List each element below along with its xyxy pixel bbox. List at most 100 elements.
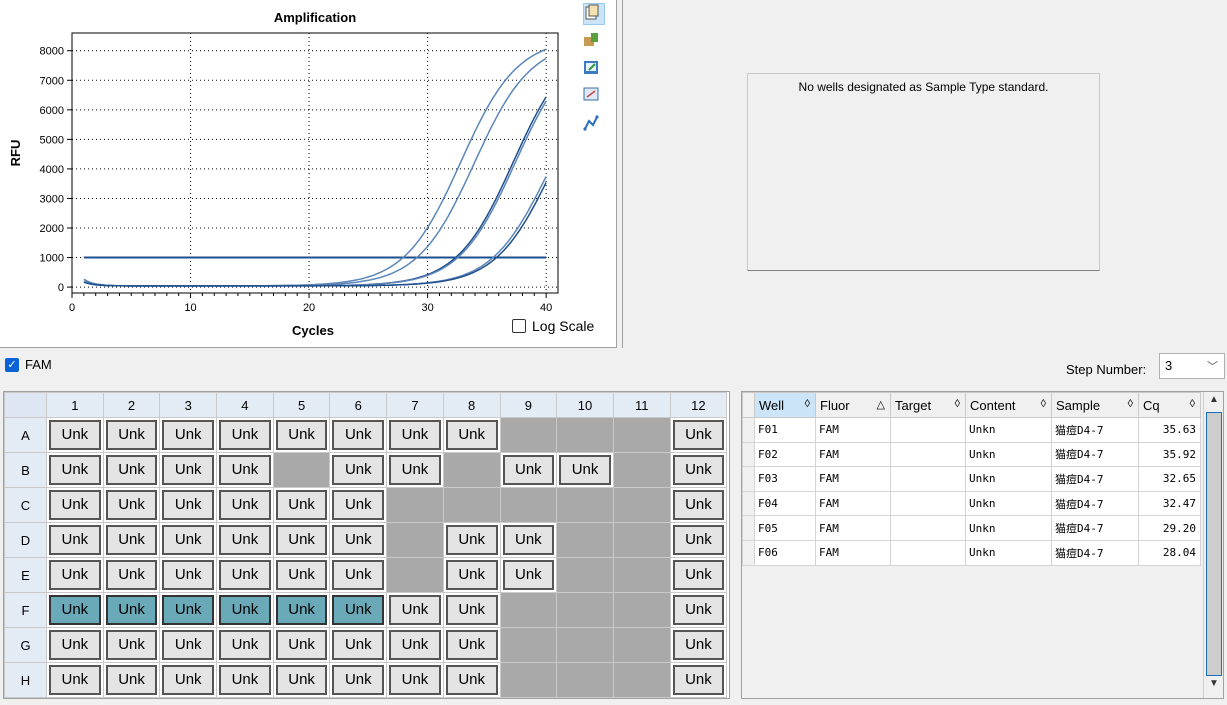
plate-well[interactable]: Unk — [332, 595, 385, 625]
plate-well-empty[interactable] — [556, 417, 614, 453]
sort-icon[interactable]: ◊ — [1190, 398, 1195, 410]
plate-well[interactable]: Unk — [275, 630, 328, 660]
plate-column-header[interactable]: 9 — [499, 392, 558, 418]
export-icon[interactable] — [583, 31, 605, 53]
plate-column-header[interactable]: 10 — [556, 392, 614, 418]
plate-well[interactable]: Unk — [332, 490, 385, 520]
plate-column-header[interactable]: 5 — [272, 392, 331, 418]
plate-well[interactable]: Unk — [445, 595, 498, 625]
table-row[interactable]: F01 FAM Unkn 猫痘D4-7 35.63 — [742, 417, 1201, 443]
copy-icon[interactable] — [583, 3, 605, 25]
plate-well[interactable]: Unk — [332, 420, 385, 450]
fam-checkbox[interactable]: ✓ FAM — [5, 357, 52, 372]
plate-well-empty[interactable] — [612, 522, 671, 558]
plate-well[interactable]: Unk — [559, 455, 611, 485]
plate-column-header[interactable]: 8 — [442, 392, 501, 418]
plate-well[interactable]: Unk — [672, 525, 725, 555]
plate-well-empty[interactable] — [556, 557, 614, 593]
plate-well-empty[interactable] — [612, 452, 671, 488]
plate-column-header[interactable]: 11 — [612, 392, 671, 418]
row-selector[interactable] — [742, 417, 755, 443]
plate-well[interactable]: Unk — [275, 490, 328, 520]
plate-well-empty[interactable] — [612, 627, 671, 663]
plate-well[interactable]: Unk — [502, 560, 555, 590]
plate-well[interactable]: Unk — [672, 490, 725, 520]
plate-well-empty[interactable] — [556, 592, 614, 628]
plate-well-empty[interactable] — [442, 487, 501, 523]
vertical-scrollbar[interactable]: ▲ ▼ — [1203, 392, 1223, 698]
plate-well[interactable]: Unk — [162, 595, 215, 625]
scroll-down-icon[interactable]: ▼ — [1204, 678, 1224, 696]
plate-corner[interactable] — [4, 392, 47, 418]
plate-well[interactable]: Unk — [162, 490, 215, 520]
plate-well[interactable]: Unk — [389, 420, 441, 450]
plate-row-header[interactable]: F — [4, 592, 47, 628]
plate-well[interactable]: Unk — [332, 525, 385, 555]
plate-well[interactable]: Unk — [49, 455, 101, 485]
plate-well[interactable]: Unk — [49, 420, 101, 450]
log-scale-checkbox[interactable]: Log Scale — [512, 318, 594, 334]
plate-well[interactable]: Unk — [672, 455, 725, 485]
row-selector[interactable] — [742, 539, 755, 566]
plate-well[interactable]: Unk — [672, 630, 725, 660]
plate-row-header[interactable]: E — [4, 557, 47, 593]
step-number-select[interactable]: 3 ﹀ — [1159, 353, 1225, 379]
plate-well[interactable]: Unk — [219, 525, 271, 555]
plate-well[interactable]: Unk — [445, 420, 498, 450]
plate-well[interactable]: Unk — [672, 595, 725, 625]
panel-splitter[interactable] — [618, 0, 623, 348]
plate-well[interactable]: Unk — [49, 665, 101, 695]
fam-check-icon[interactable]: ✓ — [5, 357, 19, 372]
results-column-header[interactable]: Cq ◊ — [1138, 392, 1201, 418]
plate-well[interactable]: Unk — [219, 630, 271, 660]
plate-well[interactable]: Unk — [445, 560, 498, 590]
plate-well-empty[interactable] — [612, 487, 671, 523]
sort-icon[interactable]: ◊ — [1041, 398, 1046, 410]
plate-well[interactable]: Unk — [49, 525, 101, 555]
row-selector[interactable] — [742, 490, 755, 517]
plate-row-header[interactable]: D — [4, 522, 47, 558]
sort-icon[interactable]: ◊ — [955, 398, 960, 410]
plate-well[interactable]: Unk — [162, 560, 215, 590]
plate-well-empty[interactable] — [386, 557, 444, 593]
table-row[interactable]: F04 FAM Unkn 猫痘D4-7 32.47 — [742, 490, 1201, 517]
plate-well-empty[interactable] — [499, 487, 558, 523]
plate-well[interactable]: Unk — [105, 455, 158, 485]
plate-row-header[interactable]: A — [4, 417, 47, 453]
plate-column-header[interactable]: 1 — [46, 392, 104, 418]
plate-well[interactable]: Unk — [162, 455, 215, 485]
plate-well-empty[interactable] — [556, 522, 614, 558]
plate-well[interactable]: Unk — [105, 630, 158, 660]
plate-well[interactable]: Unk — [162, 630, 215, 660]
plate-well[interactable]: Unk — [105, 665, 158, 695]
table-row[interactable]: F03 FAM Unkn 猫痘D4-7 32.65 — [742, 466, 1201, 492]
row-selector[interactable] — [742, 466, 755, 492]
plate-row-header[interactable]: C — [4, 487, 47, 523]
plate-column-header[interactable]: 3 — [159, 392, 218, 418]
plate-well[interactable]: Unk — [162, 665, 215, 695]
results-column-header[interactable]: Content ◊ — [965, 392, 1052, 418]
row-selector[interactable] — [742, 441, 755, 468]
plate-row-header[interactable]: G — [4, 627, 47, 663]
scroll-thumb[interactable] — [1206, 412, 1222, 676]
plate-well[interactable]: Unk — [445, 525, 498, 555]
sort-icon[interactable]: ◊ — [805, 398, 810, 410]
table-row[interactable]: F02 FAM Unkn 猫痘D4-7 35.92 — [742, 441, 1201, 468]
plate-well[interactable]: Unk — [672, 665, 725, 695]
plate-well[interactable]: Unk — [105, 595, 158, 625]
plate-well[interactable]: Unk — [389, 665, 441, 695]
row-selector-header[interactable] — [742, 392, 755, 418]
plate-well-empty[interactable] — [556, 662, 614, 698]
results-column-header[interactable]: Target ◊ — [890, 392, 966, 418]
results-column-header[interactable]: Well ◊ — [754, 392, 816, 418]
plate-well[interactable]: Unk — [105, 490, 158, 520]
plate-well[interactable]: Unk — [389, 630, 441, 660]
plate-well[interactable]: Unk — [672, 420, 725, 450]
plate-well-empty[interactable] — [386, 522, 444, 558]
plate-well-empty[interactable] — [499, 627, 558, 663]
plate-well[interactable]: Unk — [275, 665, 328, 695]
plate-well[interactable]: Unk — [219, 665, 271, 695]
plate-column-header[interactable]: 12 — [669, 392, 728, 418]
plate-well[interactable]: Unk — [502, 525, 555, 555]
plate-well[interactable]: Unk — [389, 595, 441, 625]
